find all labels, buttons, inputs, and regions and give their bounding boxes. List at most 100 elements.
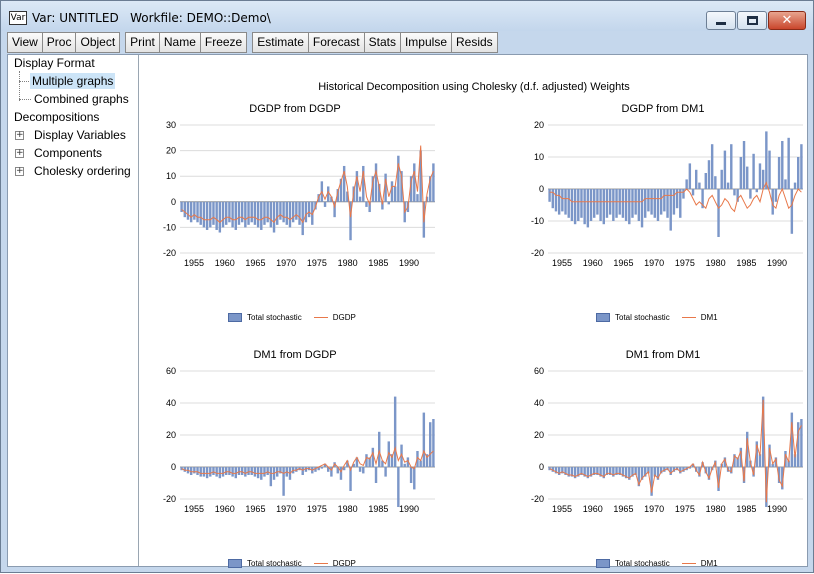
bar (695, 169, 698, 189)
bar (339, 467, 343, 480)
client-area: Display Format Multiple graphs Combined … (7, 54, 808, 568)
legend-label: DM1 (700, 312, 718, 322)
bar (355, 171, 359, 202)
tree-node-combined-graphs[interactable]: Combined graphs (32, 91, 131, 107)
chart-panel: DM1 from DGDP -20 0 20 40 60 1955 1960 1965 1970… (150, 349, 440, 574)
bar (307, 201, 311, 218)
bar (209, 467, 212, 477)
chart-svg: -20 0 20 40 60 1955 1960 1965 1970 1975 1980 1985 19… (163, 366, 435, 514)
tree-node-display-format[interactable]: Display Format (12, 55, 97, 71)
bar (647, 189, 650, 212)
legend-label: DGDP (332, 558, 356, 568)
x-tick-label: 1990 (399, 258, 419, 268)
expand-icon[interactable]: + (15, 131, 24, 140)
bar (656, 189, 660, 221)
bar (793, 182, 797, 189)
print-button[interactable]: Print (125, 32, 160, 53)
object-button[interactable]: Object (75, 32, 121, 53)
x-tick-label: 1985 (736, 504, 756, 514)
y-tick-label: 20 (166, 146, 176, 156)
chart-title: DGDP from DM1 (621, 103, 705, 115)
forecast-button[interactable]: Forecast (307, 32, 365, 53)
impulse-button[interactable]: Impulse (399, 32, 452, 53)
x-tick-label: 1975 (307, 258, 327, 268)
bar (758, 454, 762, 467)
bar (237, 201, 241, 225)
x-tick-label: 1970 (276, 258, 296, 268)
bar (663, 189, 666, 212)
estimate-button[interactable]: Estimate (252, 32, 309, 53)
bar (253, 201, 257, 225)
bar (432, 163, 435, 202)
bar (231, 467, 234, 477)
expand-icon[interactable]: + (15, 149, 24, 158)
expand-icon[interactable]: + (15, 167, 24, 176)
tree-node-multiple-graphs[interactable]: Multiple graphs (30, 73, 116, 89)
bar (624, 189, 628, 221)
bar (589, 189, 593, 221)
bar (403, 463, 406, 467)
x-tick-label: 1980 (706, 504, 726, 514)
bar (679, 189, 682, 218)
figure-title: Historical Decomposition using Cholesky … (318, 81, 630, 93)
bar (301, 467, 304, 475)
title-bar[interactable]: Var Var: UNTITLED Workfile: DEMO::Demo\ … (1, 1, 813, 31)
bar (387, 201, 390, 205)
bar (189, 201, 193, 223)
tree-node-display-variables[interactable]: Display Variables (32, 127, 128, 143)
bar (212, 467, 215, 475)
freeze-button[interactable]: Freeze (199, 32, 248, 53)
bar (790, 189, 794, 234)
bar (301, 201, 304, 236)
bar (698, 182, 701, 189)
x-tick-label: 1980 (338, 258, 358, 268)
chart-svg: -20 -10 0 10 20 1955 1960 1965 1970 1975 1980 1985 1… (531, 120, 803, 268)
y-tick-label: 20 (534, 120, 544, 130)
proc-button[interactable]: Proc (41, 32, 77, 53)
maximize-button[interactable] (737, 11, 767, 30)
bar (260, 201, 263, 230)
bar (666, 189, 669, 218)
bar (288, 201, 292, 228)
y-tick-label: -20 (163, 494, 176, 504)
tree-node-decompositions[interactable]: Decompositions (12, 109, 101, 125)
bar (212, 201, 215, 225)
bar (397, 155, 400, 202)
bar (358, 196, 362, 202)
stats-button[interactable]: Stats (363, 32, 401, 53)
minimize-button[interactable] (706, 11, 736, 30)
bar (237, 467, 241, 475)
bar (228, 467, 231, 475)
tree-node-cholesky-ordering[interactable]: Cholesky ordering (32, 163, 133, 179)
bar (253, 467, 257, 477)
legend-line-swatch (681, 316, 696, 318)
bar (742, 141, 746, 189)
bar (593, 189, 596, 218)
bar (413, 163, 416, 202)
close-icon: ✕ (781, 13, 793, 28)
bar (374, 163, 378, 202)
view-button[interactable]: View (7, 32, 43, 53)
bar (362, 467, 365, 474)
tree-node-components[interactable]: Components (32, 145, 104, 161)
x-tick-label: 1975 (675, 504, 695, 514)
bar (755, 189, 758, 193)
bar (723, 150, 727, 189)
resids-button[interactable]: Resids (451, 32, 498, 53)
bar (183, 201, 186, 218)
bar (800, 144, 803, 189)
graph-area: Historical Decomposition using Cholesky … (140, 55, 808, 568)
bar (365, 201, 368, 207)
bar (240, 201, 244, 223)
bar (790, 412, 794, 467)
name-button[interactable]: Name (158, 32, 201, 53)
bar (644, 189, 647, 218)
bar (717, 189, 720, 237)
bar (733, 189, 736, 196)
bar (615, 189, 618, 218)
close-button[interactable]: ✕ (768, 11, 806, 30)
legend-bar-swatch (228, 312, 242, 322)
x-tick-label: 1965 (613, 258, 633, 268)
bar (653, 189, 656, 218)
bar (774, 189, 778, 202)
